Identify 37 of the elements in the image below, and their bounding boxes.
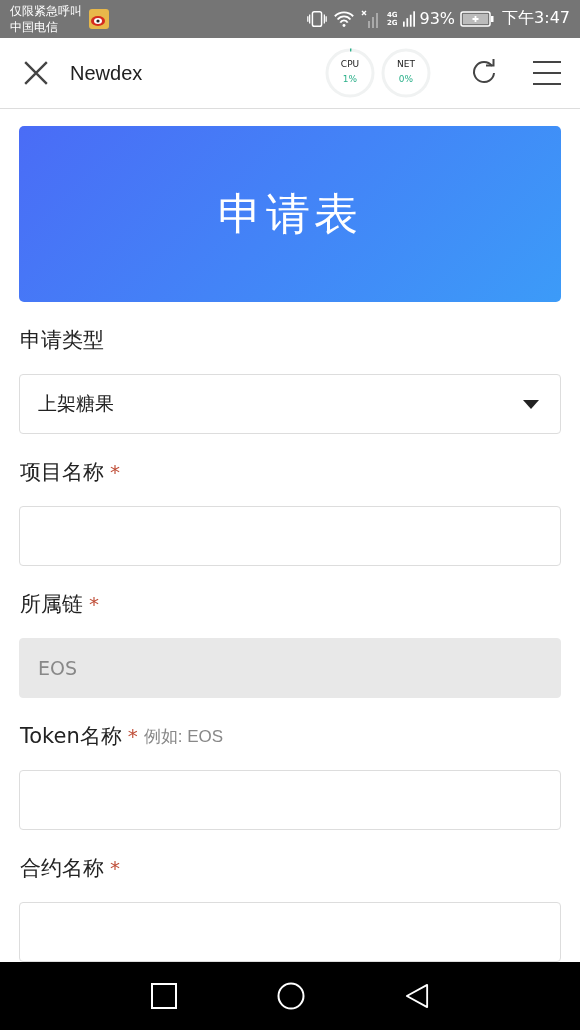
signal-icon — [402, 8, 415, 29]
banner-title: 申请表 — [218, 186, 362, 241]
carrier-text: 中国电信 — [10, 18, 59, 35]
select-field[interactable]: 上架糖果 — [19, 374, 561, 435]
meter-reading: 1% — [342, 74, 358, 85]
required-mark: * — [110, 856, 120, 881]
app-title: Newdex — [70, 61, 143, 85]
field-label: 合约名称 — [20, 855, 104, 883]
field-label: 申请类型 — [20, 327, 104, 355]
home-button[interactable] — [277, 982, 305, 1011]
vibrate-icon — [305, 8, 328, 29]
clock-time: 下午3:47 — [502, 8, 570, 30]
field-label: 项目名称 — [20, 459, 104, 487]
dropdown-caret-icon — [523, 399, 539, 409]
required-mark: * — [89, 592, 99, 617]
menu-icon — [532, 60, 562, 87]
battery-icon — [460, 9, 495, 28]
input-field[interactable] — [19, 902, 561, 963]
recent-apps-button[interactable] — [151, 983, 177, 1010]
close-icon — [23, 60, 49, 87]
meter-label: CPU — [340, 59, 360, 70]
battery-percent: 93% — [419, 9, 456, 29]
input-field[interactable] — [19, 770, 561, 831]
field-label: 所属链 — [20, 591, 83, 619]
input-field[interactable] — [19, 506, 561, 567]
back-button[interactable] — [405, 982, 429, 1011]
required-mark: * — [127, 724, 138, 749]
menu-button[interactable] — [532, 60, 562, 87]
meter-reading: 0% — [398, 74, 414, 85]
field-hint: 例如: EOS — [143, 725, 224, 748]
meter-label: NET — [397, 59, 415, 70]
carrier-text: 仅限紧急呼叫 — [10, 2, 82, 19]
required-mark: * — [110, 460, 120, 485]
input-value: EOS — [38, 657, 78, 680]
select-value: 上架糖果 — [38, 391, 114, 417]
field-label: Token名称 — [20, 723, 122, 751]
usage-ring — [324, 47, 376, 100]
